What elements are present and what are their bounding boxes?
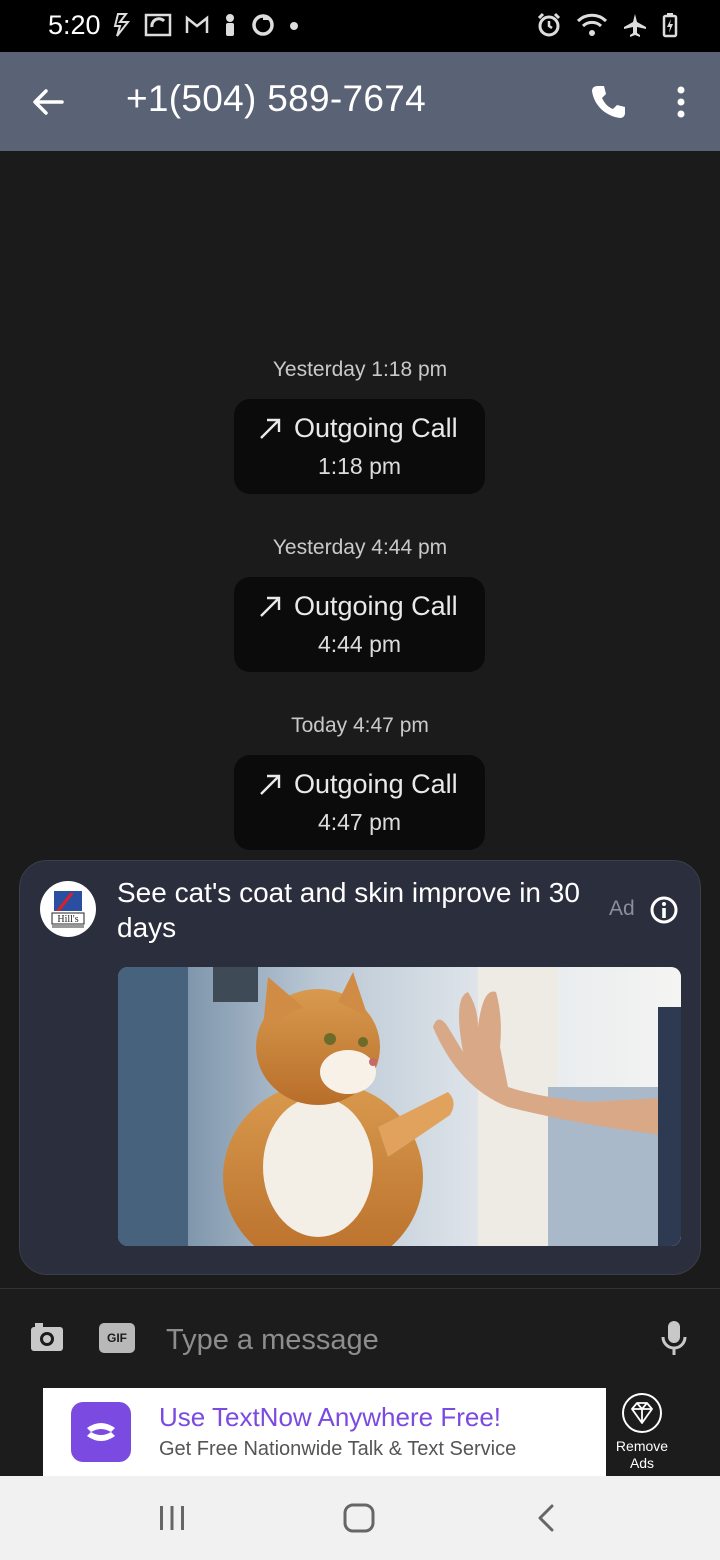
camera-icon <box>31 1323 63 1351</box>
diamond-icon <box>622 1393 662 1433</box>
banner-ad-area: Use TextNow Anywhere Free! Get Free Nati… <box>0 1388 720 1476</box>
screen: 5:20 +1(504) 589-7674 Yesterday 1:18 pm … <box>0 0 720 1560</box>
battery-charging-icon <box>662 13 678 38</box>
ad-headline: See cat's coat and skin improve in 30 da… <box>117 877 580 943</box>
call-row: Outgoing Call <box>258 413 458 444</box>
logo-text: Hill's <box>57 914 78 925</box>
person-icon <box>226 14 234 36</box>
message-input[interactable] <box>166 1319 626 1361</box>
arrow-left-icon <box>33 89 64 115</box>
data-saver-icon <box>113 13 131 37</box>
ad-image[interactable] <box>118 967 681 1246</box>
advertiser-logo: Hill's <box>40 881 96 937</box>
ad-label: Ad <box>609 897 635 920</box>
message-timestamp: Yesterday 4:44 pm <box>272 536 448 559</box>
signal-app-icon <box>144 13 172 37</box>
gif-button[interactable]: GIF <box>99 1323 135 1353</box>
phone-icon <box>592 86 625 118</box>
textnow-logo-icon <box>87 1423 115 1441</box>
alarm-icon <box>537 12 561 37</box>
contact-title: +1(504) 589-7674 <box>126 78 427 119</box>
home-icon <box>343 1503 375 1533</box>
message-timestamp: Today 4:47 pm <box>291 714 429 737</box>
status-time: 5:20 <box>48 10 101 40</box>
sync-icon <box>252 14 274 36</box>
gmail-icon <box>185 15 209 33</box>
dot-icon <box>290 22 298 30</box>
system-back-button[interactable] <box>527 1498 567 1538</box>
call-time: 4:44 pm <box>317 631 402 657</box>
message-composer: GIF <box>0 1288 720 1388</box>
call-time: 4:47 pm <box>317 809 402 835</box>
status-right-icons <box>536 12 678 38</box>
textnow-app-icon <box>71 1402 131 1462</box>
status-left-icons <box>112 12 300 38</box>
back-icon <box>538 1504 554 1532</box>
message-timestamp: Yesterday 1:18 pm <box>272 358 448 381</box>
system-nav-bar <box>0 1476 720 1560</box>
call-time: 1:18 pm <box>317 453 402 479</box>
call-log-bubble[interactable]: Outgoing Call 4:44 pm <box>234 577 485 672</box>
home-button[interactable] <box>339 1498 379 1538</box>
remove-ads-button[interactable]: Remove Ads <box>606 1388 678 1476</box>
outgoing-call-icon <box>260 418 281 439</box>
banner-ad[interactable]: Use TextNow Anywhere Free! Get Free Nati… <box>43 1388 606 1476</box>
airplane-icon <box>624 14 646 37</box>
camera-button[interactable] <box>29 1319 65 1355</box>
mic-icon <box>661 1321 687 1355</box>
call-row: Outgoing Call <box>258 591 458 622</box>
outgoing-call-icon <box>260 596 281 617</box>
app-bar: +1(504) 589-7674 <box>0 52 720 151</box>
call-log-bubble[interactable]: Outgoing Call 1:18 pm <box>234 399 485 494</box>
remove-ads-label: Remove Ads <box>615 1438 669 1471</box>
more-vert-icon <box>677 86 685 118</box>
sponsored-ad-card[interactable]: Hill's See cat's coat and skin improve i… <box>19 860 701 1275</box>
call-button[interactable] <box>588 82 628 122</box>
banner-subtitle: Get Free Nationwide Talk & Text Service <box>159 1438 517 1460</box>
wifi-icon <box>576 13 608 36</box>
call-label: Outgoing Call <box>294 591 458 621</box>
recents-icon <box>160 1506 184 1530</box>
call-row: Outgoing Call <box>258 769 458 800</box>
info-icon[interactable] <box>649 895 679 925</box>
mic-button[interactable] <box>658 1319 690 1357</box>
recents-button[interactable] <box>152 1498 192 1538</box>
call-label: Outgoing Call <box>294 769 458 799</box>
back-button[interactable] <box>26 80 70 124</box>
more-options-button[interactable] <box>664 82 698 122</box>
hills-logo: Hill's <box>51 891 85 928</box>
call-log-bubble[interactable]: Outgoing Call 4:47 pm <box>234 755 485 850</box>
call-label: Outgoing Call <box>294 413 458 443</box>
cat-high-five-image <box>118 967 681 1246</box>
banner-title: Use TextNow Anywhere Free! <box>159 1402 501 1432</box>
status-bar: 5:20 <box>0 0 720 52</box>
outgoing-call-icon <box>260 774 281 795</box>
